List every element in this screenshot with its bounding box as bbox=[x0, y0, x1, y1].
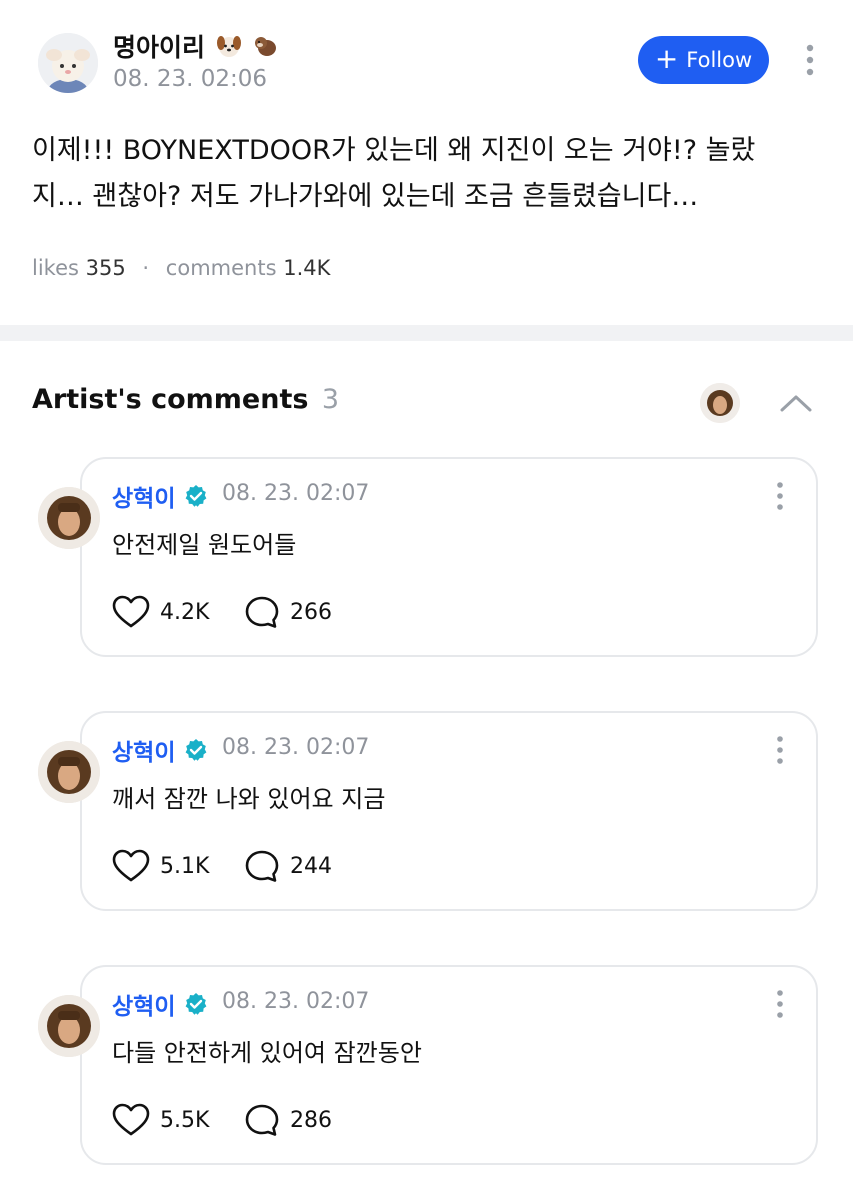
comments-label: comments bbox=[165, 256, 277, 280]
comment-timestamp: 08. 23. 02:07 bbox=[222, 735, 370, 760]
likes-count[interactable]: 355 bbox=[86, 256, 126, 280]
comment-avatar[interactable] bbox=[38, 995, 100, 1057]
stats-separator: · bbox=[142, 256, 150, 280]
comment-author-name[interactable]: 상혁이 bbox=[112, 479, 175, 513]
post-timestamp: 08. 23. 02:06 bbox=[113, 66, 268, 92]
more-options-icon[interactable] bbox=[798, 42, 822, 78]
like-button[interactable]: 5.5K bbox=[112, 1103, 209, 1137]
dog-character-avatar-icon bbox=[38, 33, 98, 93]
comment-bubble-icon bbox=[245, 1104, 279, 1136]
post-stats: likes 355 · comments 1.4K bbox=[32, 256, 330, 280]
comment-author-name[interactable]: 상혁이 bbox=[112, 733, 175, 767]
reply-button[interactable]: 244 bbox=[244, 849, 332, 883]
post-author-name[interactable]: 명아이리 bbox=[113, 28, 278, 64]
verified-badge-icon bbox=[185, 993, 207, 1015]
artist-avatar-icon bbox=[38, 995, 100, 1057]
artist-comments-count: 3 bbox=[321, 384, 340, 415]
comment-avatar[interactable] bbox=[38, 741, 100, 803]
comment-avatar[interactable] bbox=[38, 487, 100, 549]
more-options-icon[interactable] bbox=[768, 987, 792, 1021]
reply-count: 266 bbox=[290, 599, 332, 625]
follow-button[interactable]: + Follow bbox=[638, 36, 769, 84]
reply-count: 286 bbox=[290, 1107, 332, 1133]
otter-emoji-icon bbox=[255, 37, 277, 56]
dog-face-emoji-icon bbox=[216, 36, 241, 57]
comment-bubble-icon bbox=[245, 850, 279, 882]
chevron-up-icon[interactable] bbox=[776, 388, 816, 418]
artist-comments-header: Artist's comments 3 bbox=[32, 384, 339, 415]
comment-timestamp: 08. 23. 02:07 bbox=[222, 989, 370, 1014]
heart-icon bbox=[112, 595, 150, 628]
likes-label: likes bbox=[32, 256, 79, 280]
more-options-icon[interactable] bbox=[768, 479, 792, 513]
section-divider bbox=[0, 325, 853, 341]
like-count: 5.1K bbox=[160, 853, 210, 879]
artist-mini-avatar[interactable] bbox=[700, 383, 740, 423]
comment-text: 다들 안전하게 있어여 잠깐동안 bbox=[112, 1039, 422, 1067]
comment-text: 안전제일 원도어들 bbox=[112, 531, 297, 559]
like-button[interactable]: 5.1K bbox=[112, 849, 209, 883]
comment-item: 상혁이 08. 23. 02:07 안전제일 원도어들 4.2K 266 bbox=[0, 457, 853, 662]
verified-badge-icon bbox=[185, 485, 207, 507]
heart-icon bbox=[112, 849, 150, 882]
post-body-line-2: 지… 괜찮아? 저도 가나가와에 있는데 조금 흔들렸습니다… bbox=[32, 181, 699, 212]
comment-item: 상혁이 08. 23. 02:07 다들 안전하게 있어여 잠깐동안 5.5K … bbox=[0, 965, 853, 1170]
comment-text: 깨서 잠깐 나와 있어요 지금 bbox=[112, 785, 386, 813]
like-count: 4.2K bbox=[160, 599, 210, 625]
comment-timestamp: 08. 23. 02:07 bbox=[222, 481, 370, 506]
artist-avatar-icon bbox=[38, 487, 100, 549]
post-body-line-1: 이제!!! BOYNEXTDOOR가 있는데 왜 지진이 오는 거야!? 놀랐 bbox=[32, 135, 756, 166]
reply-button[interactable]: 286 bbox=[244, 1103, 332, 1137]
comment-item: 상혁이 08. 23. 02:07 깨서 잠깐 나와 있어요 지금 5.1K 2… bbox=[0, 711, 853, 916]
comments-count[interactable]: 1.4K bbox=[283, 256, 330, 280]
reply-button[interactable]: 266 bbox=[244, 595, 332, 629]
like-count: 5.5K bbox=[160, 1107, 210, 1133]
artist-avatar-icon bbox=[700, 383, 740, 423]
post-header: 명아이리 08. 23. 02:06 + Follow bbox=[0, 0, 853, 120]
artist-comments-title: Artist's comments bbox=[32, 384, 309, 415]
plus-icon: + bbox=[654, 41, 679, 75]
verified-badge-icon bbox=[185, 739, 207, 761]
reply-count: 244 bbox=[290, 853, 332, 879]
heart-icon bbox=[112, 1103, 150, 1136]
post-body: 이제!!! BOYNEXTDOOR가 있는데 왜 지진이 오는 거야!? 놀랐 … bbox=[32, 128, 822, 220]
like-button[interactable]: 4.2K bbox=[112, 595, 209, 629]
comment-bubble-icon bbox=[245, 596, 279, 628]
more-options-icon[interactable] bbox=[768, 733, 792, 767]
artist-avatar-icon bbox=[38, 741, 100, 803]
comment-author-name[interactable]: 상혁이 bbox=[112, 987, 175, 1021]
author-avatar[interactable] bbox=[38, 33, 98, 93]
